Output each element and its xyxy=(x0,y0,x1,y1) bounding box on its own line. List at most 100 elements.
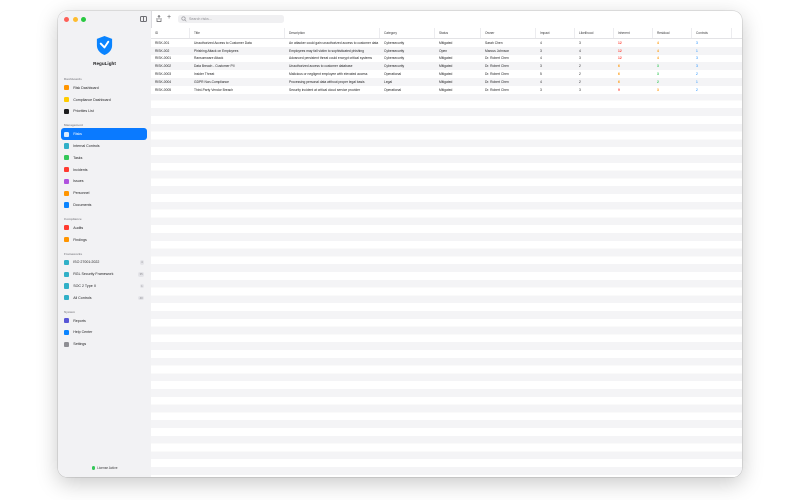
table-row[interactable]: RISK-002 Phishing Attack on Employees Empl… xyxy=(151,46,742,55)
cell-controls: 1 xyxy=(696,48,698,53)
people-icon xyxy=(64,190,70,196)
cell-residual: 4 xyxy=(657,56,659,61)
sidebar-section-label: Dashboards xyxy=(64,77,82,81)
column-header-impact[interactable]: Impact xyxy=(536,28,575,38)
cell-inherent: 12 xyxy=(618,48,622,53)
sidebar-item-rgl-security-framework[interactable]: RGL Security Framework 35 xyxy=(61,268,147,280)
cell-residual: 3 xyxy=(657,72,659,77)
cell-id: RISK-0002 xyxy=(155,64,172,69)
sidebar-item-soc-2-type-ii[interactable]: SOC 2 Type II 1 xyxy=(61,280,147,292)
column-header-controls[interactable]: Controls xyxy=(692,28,732,38)
sidebar-item-incidents[interactable]: Incidents xyxy=(61,164,147,176)
cell-status: Mitigated xyxy=(439,56,453,61)
column-header-id[interactable]: ID xyxy=(151,28,190,38)
cell-status: Open xyxy=(439,48,448,53)
share-icon[interactable] xyxy=(156,15,162,22)
cell-likelihood: 4 xyxy=(579,48,581,53)
cell-owner: Dr. Robert Chen xyxy=(485,87,509,92)
sidebar-nav: Dashboards Risk Dashboard Compliance Dashb… xyxy=(61,74,147,353)
sidebar-item-risks[interactable]: Risks xyxy=(61,128,147,141)
cell-status: Mitigated xyxy=(439,40,453,45)
gauge-icon xyxy=(64,85,70,91)
column-header-likelihood[interactable]: Likelihood xyxy=(575,28,614,38)
sidebar-item-label: Personnel xyxy=(73,191,90,196)
chart-icon xyxy=(64,318,70,324)
item-count-badge: 35 xyxy=(138,271,144,277)
table-row[interactable]: RISK-0002 Data Breach - Customer PII Unaut… xyxy=(151,62,742,71)
sidebar-item-personnel[interactable]: Personnel xyxy=(61,187,147,199)
sidebar-item-reports[interactable]: Reports xyxy=(61,315,147,327)
cell-likelihood: 3 xyxy=(579,87,581,92)
column-header-owner[interactable]: Owner xyxy=(481,28,536,38)
cell-id: RISK-0003 xyxy=(155,72,172,77)
flame-icon xyxy=(64,167,70,173)
sidebar-section-label: Management xyxy=(64,123,83,128)
cell-category: Operational xyxy=(384,87,402,92)
sidebar-item-findings[interactable]: Findings xyxy=(61,234,147,246)
table-row[interactable]: RISK-0004 GDPR Non-Compliance Processing p… xyxy=(151,77,742,86)
risks-table: ID Title Description Category Status Owner Imp… xyxy=(151,28,742,477)
cell-impact: 4 xyxy=(540,56,542,61)
license-status: License Active xyxy=(58,466,151,470)
sidebar-item-label: Audits xyxy=(73,225,84,230)
item-count-badge: 40 xyxy=(138,295,144,301)
column-header-inherent[interactable]: Inherent xyxy=(614,28,653,38)
column-header-category[interactable]: Category xyxy=(380,28,435,38)
sidebar-item-risk-dashboard[interactable]: Risk Dashboard xyxy=(61,82,147,94)
search-input[interactable] xyxy=(189,17,279,21)
cell-id: RISK-0004 xyxy=(155,79,172,84)
cell-category: Cybersecurity xyxy=(384,40,405,45)
search-field[interactable] xyxy=(178,15,284,23)
sidebar-item-settings[interactable]: Settings xyxy=(61,338,147,350)
sidebar-item-priorities-list[interactable]: Priorities List xyxy=(61,106,147,118)
add-risk-button[interactable]: + xyxy=(167,13,171,23)
app-window: ReguLight Dashboards Risk Dashboard Compli… xyxy=(58,11,742,477)
column-header-status[interactable]: Status xyxy=(435,28,481,38)
sidebar-toggle-icon[interactable] xyxy=(140,16,147,22)
sidebar-item-internal-controls[interactable]: Internal Controls xyxy=(61,140,147,152)
cell-owner: Dr. Robert Chen xyxy=(485,79,509,84)
table-row[interactable]: RISK-001 Unauthorized Access to Customer … xyxy=(151,39,742,47)
cell-inherent: 6 xyxy=(618,72,620,77)
sidebar-item-label: Help Center xyxy=(73,330,93,335)
shield-icon xyxy=(64,143,70,149)
cell-residual: 3 xyxy=(657,64,659,69)
column-header-title[interactable]: Title xyxy=(190,28,285,38)
cell-owner: Sarah Chen xyxy=(485,40,503,45)
cell-category: Operational xyxy=(384,72,402,77)
sidebar-item-documents[interactable]: Documents xyxy=(61,199,147,211)
sidebar-item-tasks[interactable]: Tasks xyxy=(61,152,147,164)
cell-owner: Dr. Robert Chen xyxy=(485,64,509,69)
search-icon xyxy=(181,16,187,22)
list-icon xyxy=(64,108,70,115)
exclamation-icon xyxy=(64,178,70,185)
sidebar-item-label: Documents xyxy=(73,203,92,208)
minimize-window-button[interactable] xyxy=(72,17,78,22)
sidebar-section-label: Frameworks xyxy=(64,251,83,256)
cell-status: Mitigated xyxy=(439,87,453,92)
close-window-button[interactable] xyxy=(64,17,69,22)
sidebar-item-label: Compliance Dashboard xyxy=(73,97,111,102)
gear-icon xyxy=(64,341,70,347)
cell-controls: 3 xyxy=(696,64,698,69)
sidebar-item-issues[interactable]: Issues xyxy=(61,176,147,188)
cell-likelihood: 2 xyxy=(579,72,581,77)
sidebar-section-label: System xyxy=(64,309,76,314)
sidebar-item-help-center[interactable]: Help Center xyxy=(61,327,147,339)
column-header-description[interactable]: Description xyxy=(285,28,380,38)
maximize-window-button[interactable] xyxy=(81,17,86,22)
building-icon xyxy=(64,271,70,277)
cell-impact: 3 xyxy=(540,48,542,53)
cell-likelihood: 2 xyxy=(579,64,581,69)
sidebar-item-compliance-dashboard[interactable]: Compliance Dashboard xyxy=(61,94,147,106)
column-header-residual[interactable]: Residual xyxy=(653,28,692,38)
sidebar-item-audits[interactable]: Audits xyxy=(61,222,147,234)
sidebar-item-iso-27001-2022[interactable]: ISO 27001:2022 4 xyxy=(61,257,147,269)
sidebar-item-label: Internal Controls xyxy=(73,144,100,149)
cell-inherent: 12 xyxy=(618,56,622,61)
table-row[interactable]: RISK-0005 Third-Party Vendor Breach Securi… xyxy=(151,85,742,94)
table-row[interactable]: RISK-0001 Ransomware Attack Advanced persi… xyxy=(151,54,742,63)
table-row[interactable]: RISK-0003 Insider Threat Malicious or negl… xyxy=(151,70,742,78)
sidebar-item-all-controls[interactable]: All Controls 40 xyxy=(61,292,147,304)
cell-description: Security incident at critical cloud serv… xyxy=(289,87,361,92)
